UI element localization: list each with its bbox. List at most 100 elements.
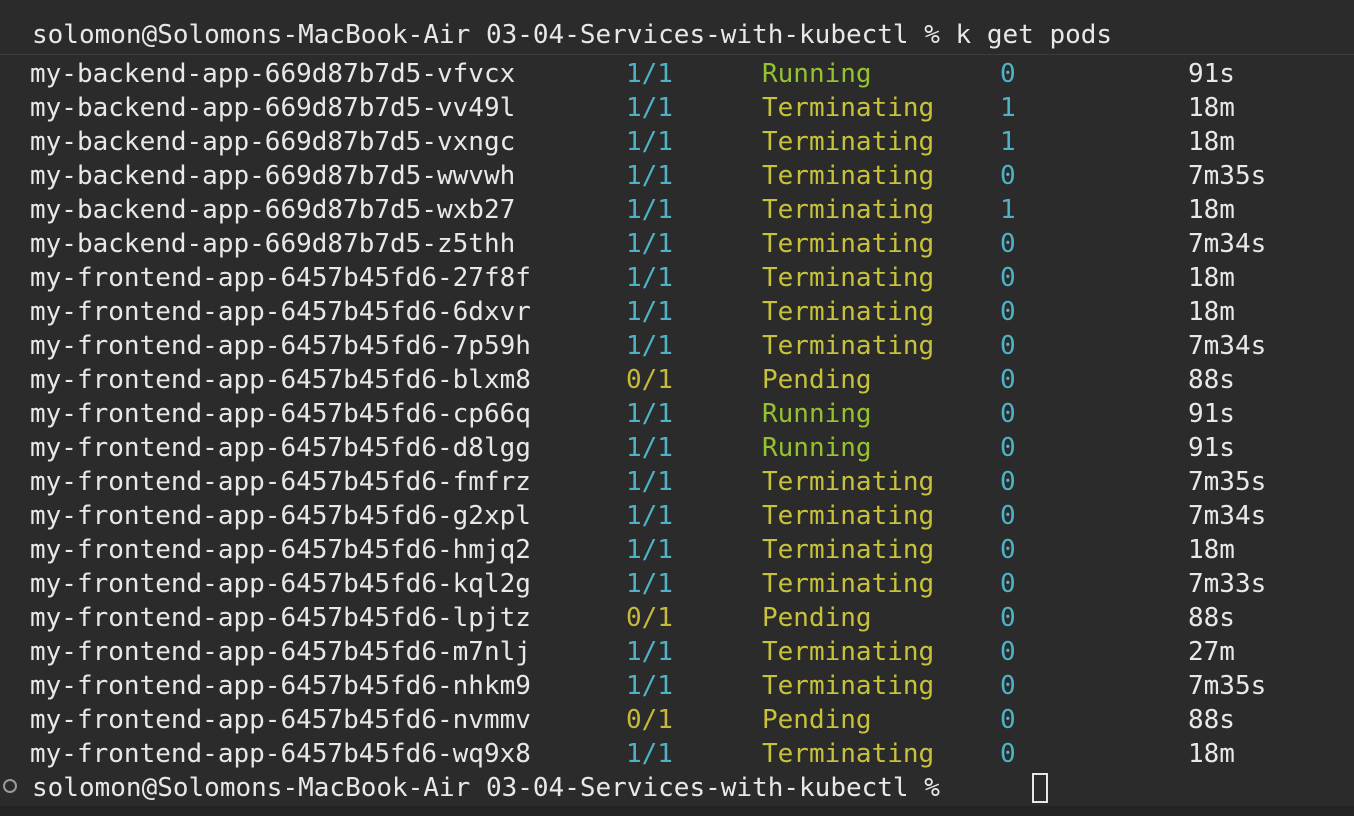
pod-age: 91s <box>1188 433 1235 463</box>
pod-name: my-frontend-app-6457b45fd6-7p59h <box>30 331 531 361</box>
pod-age: 18m <box>1188 93 1235 123</box>
pod-status: Terminating <box>762 93 935 123</box>
pod-status: Terminating <box>762 569 935 599</box>
pod-age: 7m35s <box>1188 161 1267 191</box>
pod-name: my-frontend-app-6457b45fd6-blxm8 <box>30 365 531 395</box>
pod-status: Terminating <box>762 161 935 191</box>
pod-age: 88s <box>1188 603 1235 633</box>
pod-age: 7m34s <box>1188 501 1267 531</box>
pod-status: Terminating <box>762 501 935 531</box>
pod-restarts: 0 <box>1000 603 1016 633</box>
pod-ready: 1/1 <box>626 59 673 89</box>
pod-restarts: 0 <box>1000 739 1016 769</box>
pod-ready: 1/1 <box>626 297 673 327</box>
pod-row: my-frontend-app-6457b45fd6-nvmmv 0/1 Pendi… <box>0 703 1354 737</box>
pod-row: my-backend-app-669d87b7d5-vfvcx 1/1 Runnin… <box>0 57 1354 91</box>
pod-row: my-frontend-app-6457b45fd6-7p59h 1/1 Termi… <box>0 329 1354 363</box>
pod-restarts: 0 <box>1000 671 1016 701</box>
pod-row: my-frontend-app-6457b45fd6-nhkm9 1/1 Termi… <box>0 669 1354 703</box>
pod-age: 7m35s <box>1188 467 1267 497</box>
separator-line <box>0 54 1354 55</box>
prompt-status-circle-icon <box>3 779 17 793</box>
pod-ready: 0/1 <box>626 603 673 633</box>
pod-age: 88s <box>1188 365 1235 395</box>
pod-row: my-frontend-app-6457b45fd6-d8lgg 1/1 Runni… <box>0 431 1354 465</box>
pod-restarts: 0 <box>1000 569 1016 599</box>
pod-age: 18m <box>1188 195 1235 225</box>
pod-name: my-frontend-app-6457b45fd6-wq9x8 <box>30 739 531 769</box>
pod-row: my-frontend-app-6457b45fd6-blxm8 0/1 Pendi… <box>0 363 1354 397</box>
pod-status: Terminating <box>762 331 935 361</box>
pod-age: 7m34s <box>1188 331 1267 361</box>
pod-row: my-backend-app-669d87b7d5-wxb27 1/1 Termin… <box>0 193 1354 227</box>
pod-row: my-frontend-app-6457b45fd6-6dxvr 1/1 Termi… <box>0 295 1354 329</box>
pod-age: 18m <box>1188 127 1235 157</box>
pod-restarts: 0 <box>1000 297 1016 327</box>
pod-name: my-frontend-app-6457b45fd6-6dxvr <box>30 297 531 327</box>
pod-row: my-frontend-app-6457b45fd6-g2xpl 1/1 Termi… <box>0 499 1354 533</box>
pod-restarts: 0 <box>1000 365 1016 395</box>
pod-ready: 1/1 <box>626 229 673 259</box>
pod-status: Terminating <box>762 637 935 667</box>
pod-status: Pending <box>762 705 872 735</box>
pod-row: my-frontend-app-6457b45fd6-hmjq2 1/1 Termi… <box>0 533 1354 567</box>
pod-name: my-backend-app-669d87b7d5-z5thh <box>30 229 516 259</box>
pod-restarts: 0 <box>1000 229 1016 259</box>
pod-restarts: 0 <box>1000 501 1016 531</box>
pod-name: my-backend-app-669d87b7d5-vfvcx <box>30 59 516 89</box>
pod-ready: 1/1 <box>626 433 673 463</box>
pod-name: my-backend-app-669d87b7d5-vxngc <box>30 127 516 157</box>
pod-ready: 1/1 <box>626 331 673 361</box>
pod-restarts: 1 <box>1000 127 1016 157</box>
pod-name: my-frontend-app-6457b45fd6-fmfrz <box>30 467 531 497</box>
pod-name: my-frontend-app-6457b45fd6-27f8f <box>30 263 531 293</box>
pod-age: 18m <box>1188 739 1235 769</box>
pod-age: 7m34s <box>1188 229 1267 259</box>
pod-age: 91s <box>1188 59 1235 89</box>
pod-ready: 0/1 <box>626 705 673 735</box>
pod-age: 27m <box>1188 637 1235 667</box>
pod-status: Terminating <box>762 467 935 497</box>
text-cursor[interactable] <box>1032 773 1048 803</box>
pod-ready: 1/1 <box>626 637 673 667</box>
pod-row: my-frontend-app-6457b45fd6-m7nlj 1/1 Termi… <box>0 635 1354 669</box>
pod-row: my-frontend-app-6457b45fd6-cp66q 1/1 Runni… <box>0 397 1354 431</box>
pod-ready: 1/1 <box>626 467 673 497</box>
pod-restarts: 1 <box>1000 195 1016 225</box>
pod-ready: 1/1 <box>626 671 673 701</box>
current-prompt-line: solomon@Solomons-MacBook-Air 03-04-Servi… <box>32 773 956 803</box>
pod-age: 7m33s <box>1188 569 1267 599</box>
pod-restarts: 0 <box>1000 535 1016 565</box>
pod-status: Pending <box>762 603 872 633</box>
pod-status: Terminating <box>762 127 935 157</box>
pod-status: Terminating <box>762 739 935 769</box>
pod-restarts: 0 <box>1000 399 1016 429</box>
pod-row: my-frontend-app-6457b45fd6-fmfrz 1/1 Termi… <box>0 465 1354 499</box>
pod-name: my-backend-app-669d87b7d5-vv49l <box>30 93 516 123</box>
pod-status: Running <box>762 433 872 463</box>
pod-ready: 1/1 <box>626 263 673 293</box>
terminal-window[interactable]: solomon@Solomons-MacBook-Air 03-04-Servi… <box>0 0 1354 816</box>
pod-ready: 1/1 <box>626 93 673 123</box>
pod-row: my-backend-app-669d87b7d5-wwvwh 1/1 Termin… <box>0 159 1354 193</box>
pod-restarts: 1 <box>1000 93 1016 123</box>
pod-ready: 0/1 <box>626 365 673 395</box>
pod-name: my-backend-app-669d87b7d5-wxb27 <box>30 195 516 225</box>
pod-restarts: 0 <box>1000 467 1016 497</box>
pod-ready: 1/1 <box>626 535 673 565</box>
pod-status: Terminating <box>762 263 935 293</box>
pod-status: Pending <box>762 365 872 395</box>
pod-status: Terminating <box>762 671 935 701</box>
pod-status: Terminating <box>762 195 935 225</box>
pod-name: my-frontend-app-6457b45fd6-cp66q <box>30 399 531 429</box>
pod-name: my-frontend-app-6457b45fd6-nvmmv <box>30 705 531 735</box>
pod-name: my-frontend-app-6457b45fd6-g2xpl <box>30 501 531 531</box>
pod-age: 88s <box>1188 705 1235 735</box>
pod-name: my-frontend-app-6457b45fd6-d8lgg <box>30 433 531 463</box>
pod-name: my-frontend-app-6457b45fd6-kql2g <box>30 569 531 599</box>
pod-ready: 1/1 <box>626 501 673 531</box>
pod-age: 91s <box>1188 399 1235 429</box>
pod-name: my-frontend-app-6457b45fd6-lpjtz <box>30 603 531 633</box>
pod-restarts: 0 <box>1000 263 1016 293</box>
bottom-bar <box>0 806 1354 816</box>
